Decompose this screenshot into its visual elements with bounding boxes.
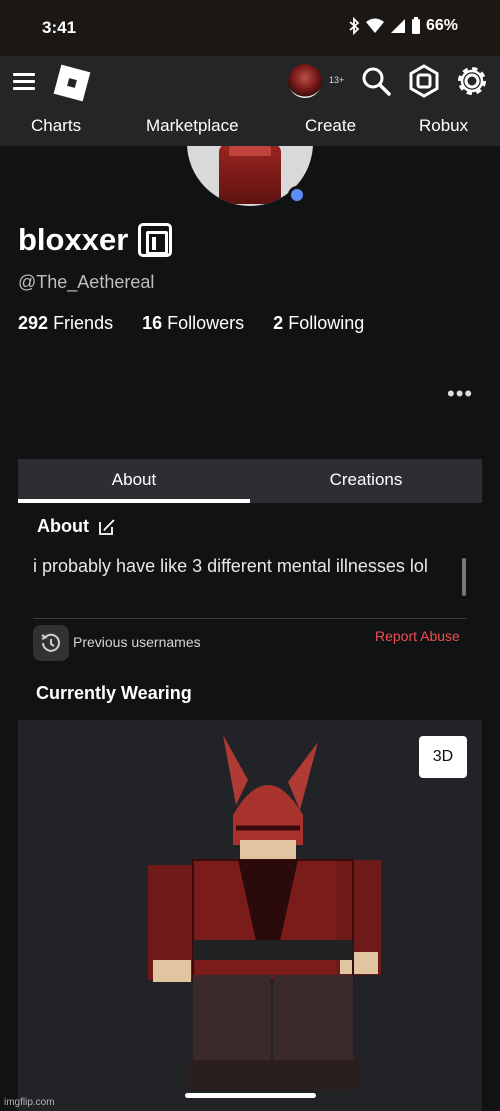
friends-stat[interactable]: 292 Friends [18, 313, 113, 334]
nav-marketplace[interactable]: Marketplace [146, 116, 239, 136]
tab-about[interactable]: About [18, 459, 250, 503]
view-3d-button[interactable]: 3D [419, 736, 467, 778]
robux-icon[interactable] [407, 64, 441, 98]
edit-icon[interactable] [97, 517, 117, 537]
about-scrollbar[interactable] [462, 558, 466, 596]
top-nav: Charts Marketplace Create Robux [0, 112, 500, 142]
nav-charts[interactable]: Charts [31, 116, 81, 136]
friends-count: 292 [18, 313, 49, 333]
bluetooth-icon [349, 17, 360, 35]
tab-creations[interactable]: Creations [250, 459, 482, 503]
followers-count: 16 [142, 313, 163, 333]
roblox-logo-icon[interactable] [53, 64, 91, 102]
avatar-preview-panel[interactable]: 3D [18, 720, 482, 1111]
user-avatar-thumbnail[interactable] [288, 64, 322, 98]
following-stat[interactable]: 2 Following [273, 313, 364, 334]
app-header: 13+ Charts Marketplace Create Robux [0, 56, 500, 146]
status-icons: 66% [348, 17, 458, 35]
about-description: i probably have like 3 different mental … [33, 556, 428, 576]
following-count: 2 [273, 313, 284, 333]
following-label: Following [288, 313, 365, 333]
about-title: About [37, 516, 89, 536]
friends-label: Friends [53, 313, 114, 333]
online-status-indicator [288, 186, 306, 204]
username-handle: @The_Aethereal [18, 272, 155, 292]
profile-stats: 292 Friends 16 Followers 2 Following [18, 313, 364, 334]
status-time: 3:41 [42, 18, 77, 37]
battery-icon [411, 17, 420, 34]
avatar-figure [148, 735, 381, 1090]
home-indicator[interactable] [185, 1093, 316, 1098]
status-bar: 3:41 66% [0, 0, 500, 56]
display-name: bloxxer [18, 222, 173, 258]
display-name-text: bloxxer [18, 222, 129, 257]
signal-icon [390, 19, 405, 33]
settings-gear-icon[interactable] [455, 64, 489, 98]
about-heading: About [37, 516, 117, 537]
search-icon[interactable] [359, 64, 393, 98]
about-divider [33, 618, 467, 619]
report-abuse-link[interactable]: Report Abuse [375, 628, 460, 644]
age-badge: 13+ [329, 75, 345, 85]
nav-robux[interactable]: Robux [419, 116, 468, 136]
more-options-icon[interactable]: ••• [447, 381, 473, 407]
followers-label: Followers [167, 313, 245, 333]
profile-tabs: About Creations [18, 459, 482, 503]
history-icon[interactable] [33, 625, 69, 661]
battery-percent: 66% [425, 17, 458, 34]
nav-create[interactable]: Create [305, 116, 356, 136]
wifi-icon [365, 18, 384, 33]
currently-wearing-heading: Currently Wearing [36, 683, 192, 703]
followers-stat[interactable]: 16 Followers [142, 313, 244, 334]
previous-usernames-link[interactable]: Previous usernames [73, 634, 201, 650]
watermark: imgflip.com [4, 1097, 55, 1108]
menu-icon[interactable] [13, 73, 35, 91]
premium-badge-icon [138, 223, 173, 257]
